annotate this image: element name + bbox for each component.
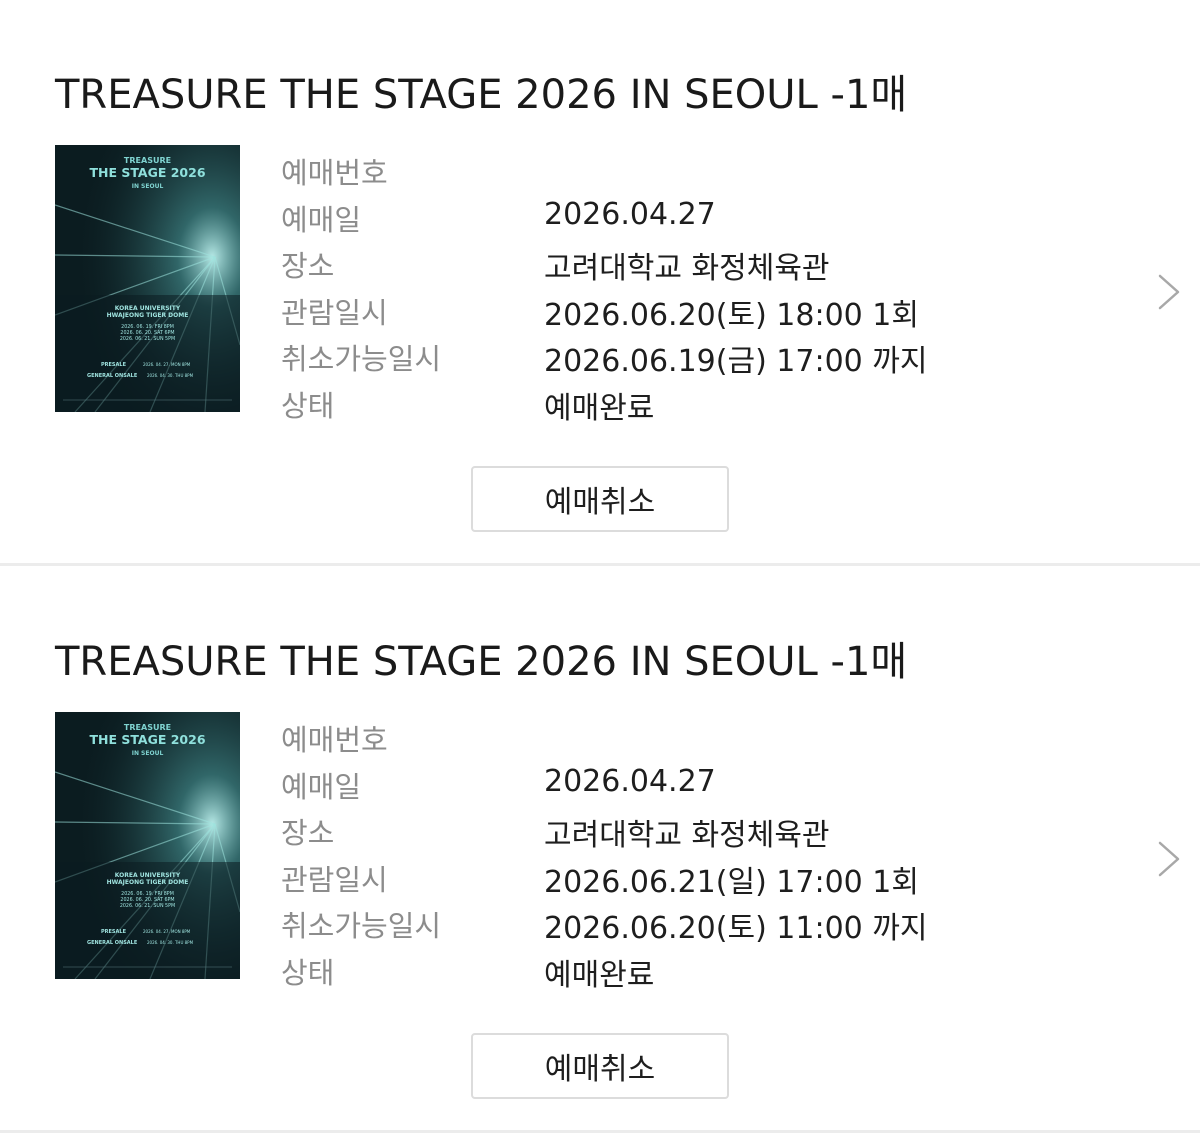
poster-onsale-label: GENERAL ONSALE (87, 373, 138, 379)
cancel-booking-button[interactable]: 예매취소 (471, 466, 729, 532)
poster-date1: 2026. 06. 19. FRI 8PM (121, 891, 174, 897)
info-label: 예매일 (281, 202, 362, 237)
poster-venue2: HWAJEONG TIGER DOME (107, 879, 189, 886)
poster-date3: 2026. 06. 21. SUN 5PM (120, 336, 175, 342)
poster-date1: 2026. 06. 19. FRI 8PM (121, 324, 174, 330)
info-label: 관람일시 (281, 295, 388, 330)
info-value: 2026.04.27 (544, 196, 716, 232)
chevron-right-icon[interactable] (1150, 270, 1190, 314)
info-row-status: 상태 예매완료 (281, 950, 1001, 997)
info-label: 상태 (281, 955, 335, 990)
info-label: 예매일 (281, 769, 362, 804)
event-poster: TREASURE THE STAGE 2026 IN SEOUL KOREA U… (55, 145, 240, 412)
poster-line3: IN SEOUL (132, 183, 164, 190)
info-value: 2026.06.20(토) 18:00 1회 (544, 297, 919, 333)
poster-line2: THE STAGE 2026 (89, 732, 205, 747)
poster-date2: 2026. 06. 20. SAT 6PM (120, 897, 174, 903)
poster-line1: TREASURE (124, 723, 171, 732)
poster-presale-date: 2026. 04. 27. MON 8PM (143, 929, 191, 934)
info-row-booking-date: 예매일 2026.04.27 (281, 197, 1001, 244)
poster-line3: IN SEOUL (132, 750, 164, 757)
poster-date3: 2026. 06. 21. SUN 5PM (120, 903, 175, 909)
info-row-venue: 장소 고려대학교 화정체육관 (281, 243, 1001, 290)
info-label: 예매번호 (281, 156, 388, 190)
info-label: 관람일시 (281, 862, 388, 897)
info-row-booking-date: 예매일 2026.04.27 (281, 764, 1001, 811)
booking-title: TREASURE THE STAGE 2026 IN SEOUL -1매 (55, 72, 908, 118)
poster-presale-label: PRESALE (101, 362, 127, 368)
booking-card: TREASURE THE STAGE 2026 IN SEOUL -1매 TRE… (0, 567, 1200, 1133)
info-value: 2026.04.27 (544, 763, 716, 799)
info-row-venue: 장소 고려대학교 화정체육관 (281, 810, 1001, 857)
info-label: 취소가능일시 (281, 909, 442, 943)
booking-info: 예매번호 예매일 2026.04.27 장소 고려대학교 화정체육관 관람일시 … (281, 717, 1001, 996)
poster-onsale-label: GENERAL ONSALE (87, 940, 138, 946)
cancel-booking-button[interactable]: 예매취소 (471, 1033, 729, 1099)
info-label: 상태 (281, 388, 335, 423)
info-row-booking-number: 예매번호 (281, 717, 1001, 764)
info-row-status: 상태 예매완료 (281, 383, 1001, 430)
info-label: 장소 (281, 816, 335, 850)
booking-list: TREASURE THE STAGE 2026 IN SEOUL -1매 TRE… (0, 0, 1200, 1133)
info-value: 2026.06.21(일) 17:00 1회 (544, 864, 919, 900)
booking-card: TREASURE THE STAGE 2026 IN SEOUL -1매 TRE… (0, 0, 1200, 566)
poster-date2: 2026. 06. 20. SAT 6PM (120, 330, 174, 336)
poster-onsale-date: 2026. 04. 30. THU 8PM (147, 373, 194, 378)
poster-line1: TREASURE (124, 156, 171, 165)
info-label: 예매번호 (281, 723, 388, 757)
poster-venue1: KOREA UNIVERSITY (115, 305, 181, 312)
info-value: 2026.06.19(금) 17:00 까지 (544, 344, 928, 379)
poster-venue2: HWAJEONG TIGER DOME (107, 312, 189, 319)
info-row-show-datetime: 관람일시 2026.06.20(토) 18:00 1회 (281, 290, 1001, 337)
info-row-show-datetime: 관람일시 2026.06.21(일) 17:00 1회 (281, 857, 1001, 904)
booking-title: TREASURE THE STAGE 2026 IN SEOUL -1매 (55, 639, 908, 685)
info-value: 2026.06.20(토) 11:00 까지 (544, 911, 928, 946)
info-value: 고려대학교 화정체육관 (544, 251, 830, 286)
info-label: 장소 (281, 249, 335, 283)
chevron-right-icon[interactable] (1150, 837, 1190, 881)
info-label: 취소가능일시 (281, 342, 442, 376)
info-row-cancel-deadline: 취소가능일시 2026.06.20(토) 11:00 까지 (281, 903, 1001, 950)
poster-presale-label: PRESALE (101, 929, 127, 935)
poster-presale-date: 2026. 04. 27. MON 8PM (143, 362, 191, 367)
event-poster: TREASURE THE STAGE 2026 IN SEOUL KOREA U… (55, 712, 240, 979)
poster-venue1: KOREA UNIVERSITY (115, 872, 181, 879)
info-row-booking-number: 예매번호 (281, 150, 1001, 197)
info-value: 예매완료 (544, 390, 655, 426)
info-value: 예매완료 (544, 957, 655, 993)
booking-info: 예매번호 예매일 2026.04.27 장소 고려대학교 화정체육관 관람일시 … (281, 150, 1001, 429)
poster-line2: THE STAGE 2026 (89, 165, 205, 180)
info-value: 고려대학교 화정체육관 (544, 818, 830, 853)
info-row-cancel-deadline: 취소가능일시 2026.06.19(금) 17:00 까지 (281, 336, 1001, 383)
poster-onsale-date: 2026. 04. 30. THU 8PM (147, 940, 194, 945)
